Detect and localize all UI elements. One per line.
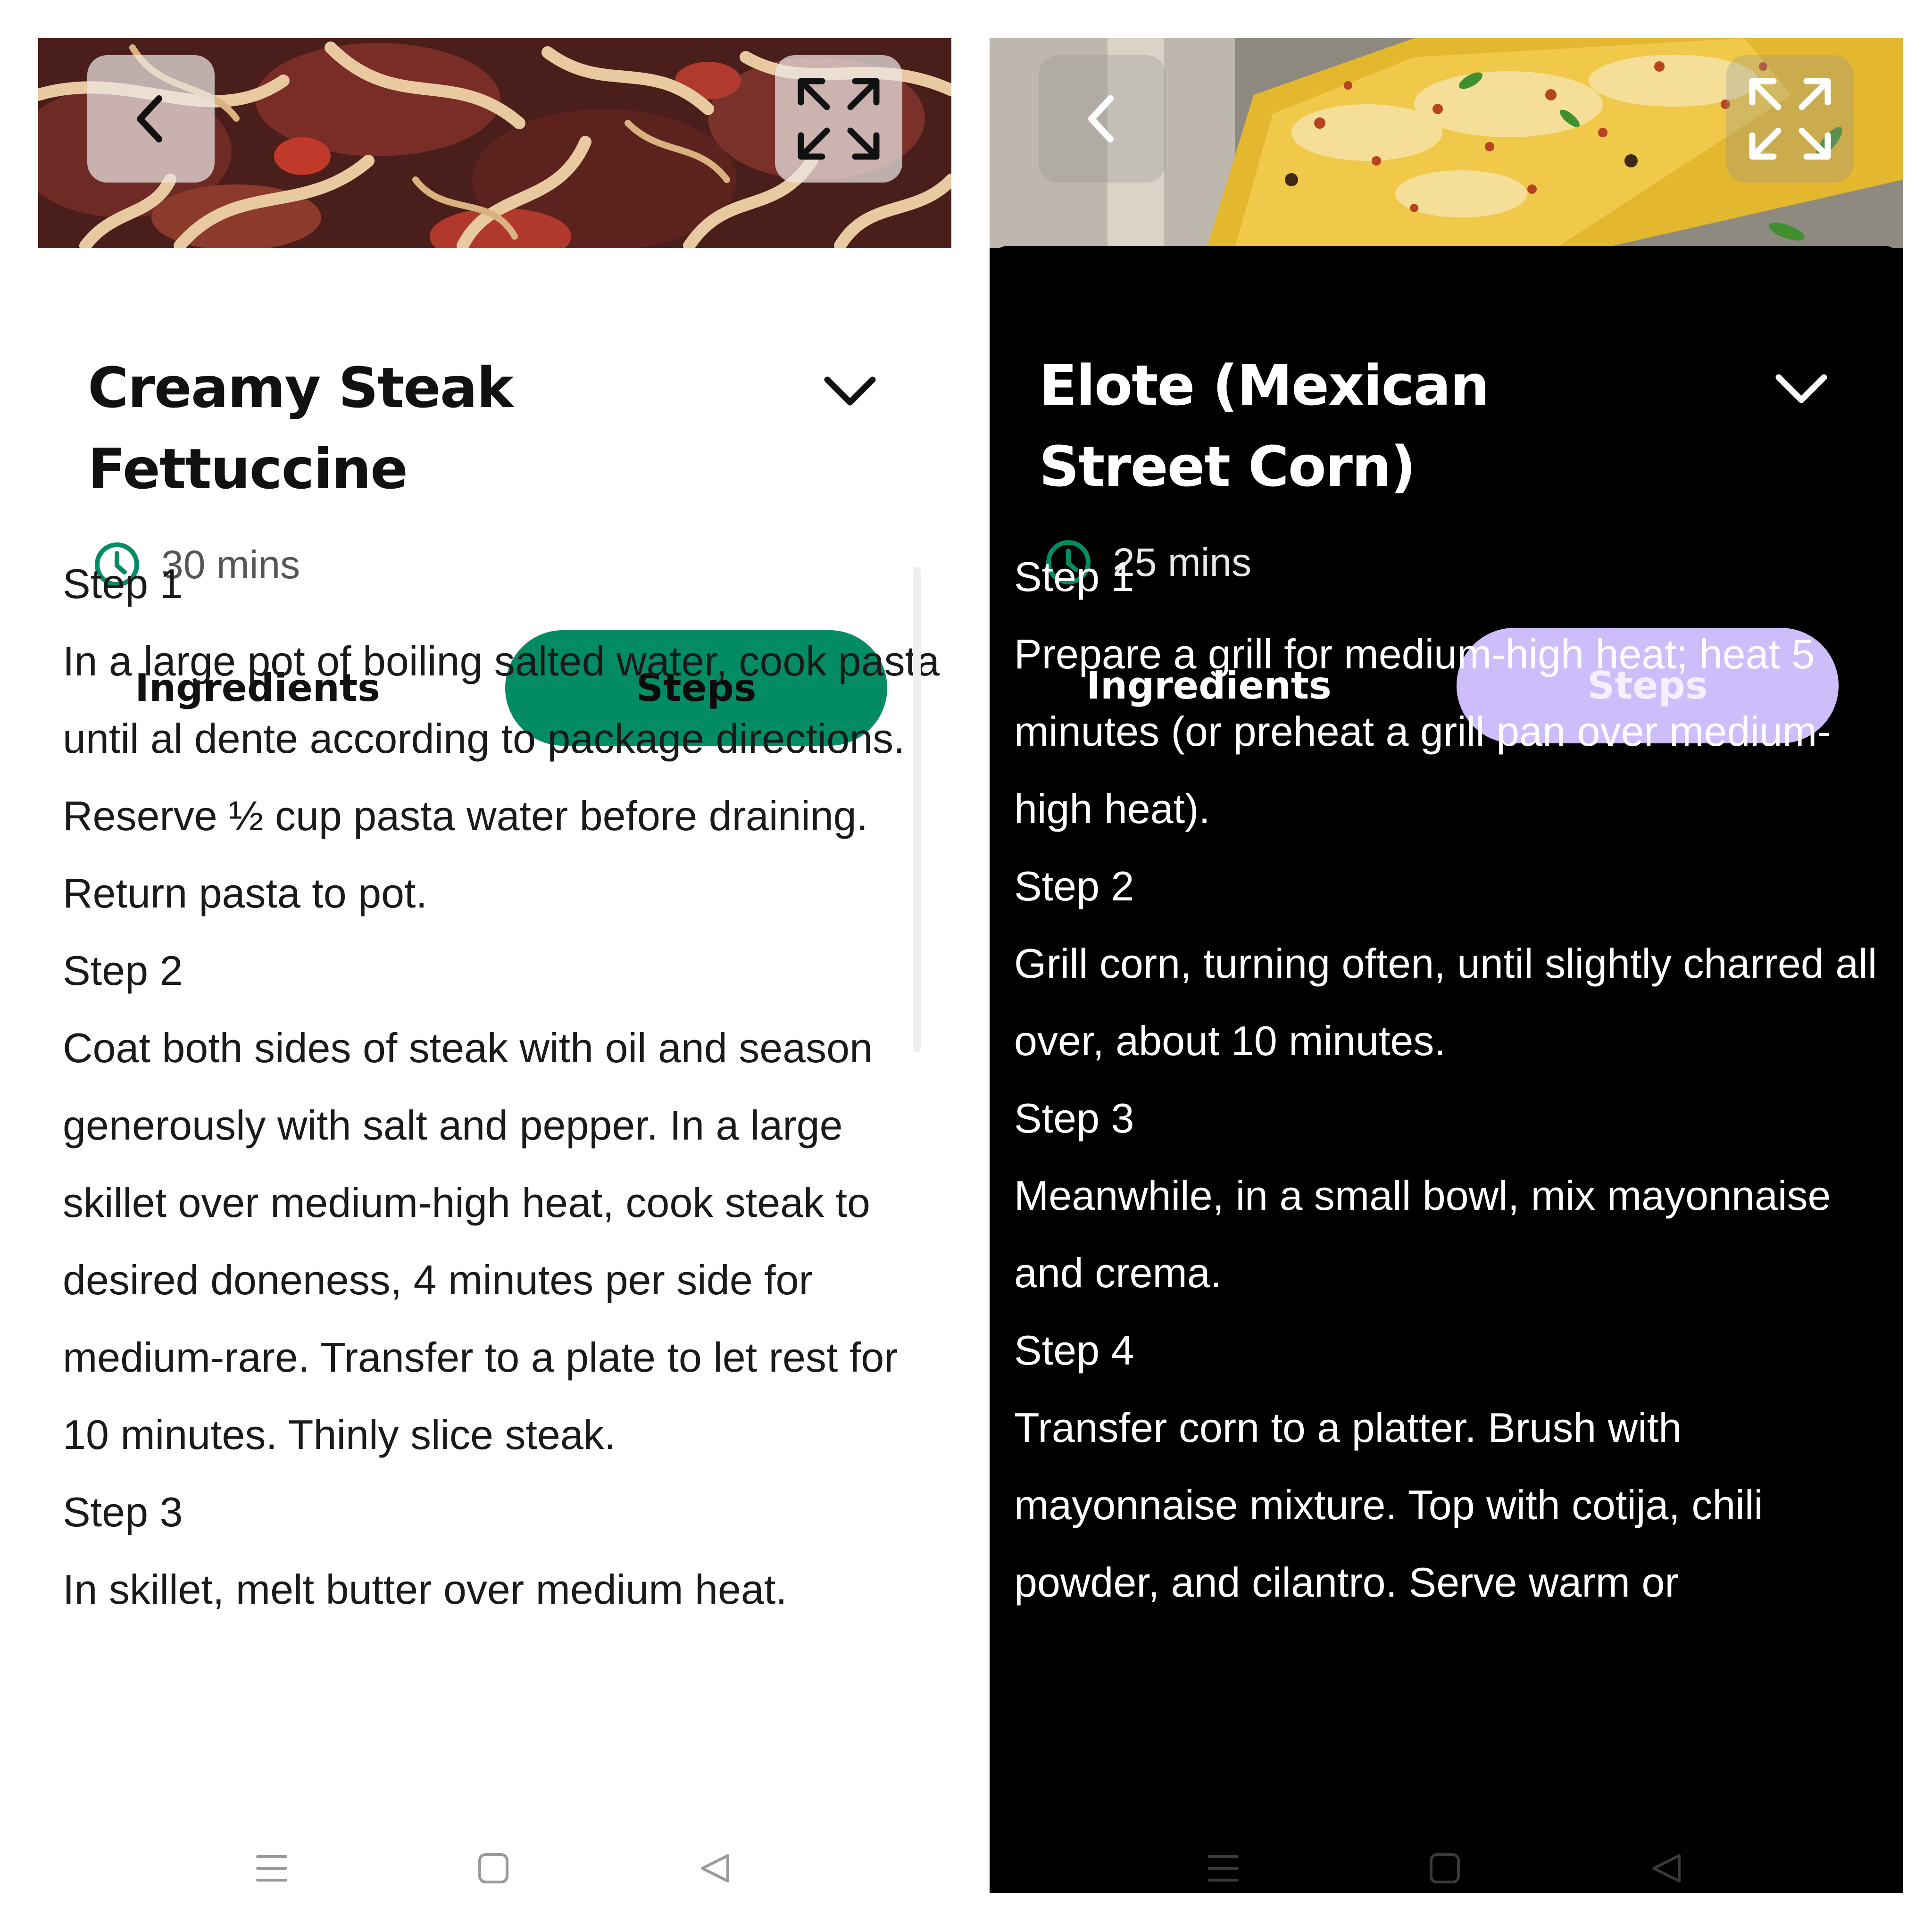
chevron-left-icon [137, 95, 162, 142]
recipe-screen-light: Creamy Steak Fettuccine 30 mins Ingredie… [38, 38, 951, 1893]
back-triangle-icon[interactable] [1650, 1852, 1683, 1885]
step-heading: Step 3 [1014, 1095, 1134, 1141]
step-heading: Step 4 [1014, 1327, 1134, 1374]
step-heading: Step 3 [63, 1489, 183, 1535]
system-navbar [990, 1845, 1903, 1892]
step-text: Transfer corn to a platter. Brush with m… [1014, 1404, 1763, 1606]
step-heading: Step 1 [1014, 553, 1134, 600]
scrollbar[interactable] [913, 566, 921, 1052]
step-text: Coat both sides of steak with oil and se… [63, 1024, 898, 1458]
chevron-left-icon [1088, 95, 1114, 142]
home-icon[interactable] [477, 1852, 510, 1885]
menu-icon[interactable] [255, 1852, 288, 1885]
step-text: Meanwhile, in a small bowl, mix mayonnai… [1014, 1172, 1831, 1296]
step-text: In a large pot of boiling salted water, … [63, 638, 940, 916]
back-triangle-icon[interactable] [699, 1852, 732, 1885]
chevron-down-icon[interactable] [822, 373, 878, 411]
fullscreen-button[interactable] [775, 55, 902, 183]
step-heading: Step 2 [63, 947, 183, 994]
steps-list: Step 1 Prepare a grill for medium-high h… [1014, 538, 1896, 1621]
home-icon[interactable] [1428, 1852, 1461, 1885]
step-text: Grill corn, turning often, until slightl… [1014, 940, 1877, 1064]
recipe-title: Elote (Mexican Street Corn) [1039, 353, 1490, 499]
system-navbar [38, 1845, 951, 1892]
menu-icon[interactable] [1207, 1852, 1240, 1885]
fullscreen-button[interactable] [1726, 55, 1854, 183]
step-heading: Step 2 [1014, 863, 1134, 909]
step-text: In skillet, melt butter over medium heat… [63, 1566, 787, 1613]
back-button[interactable] [1039, 55, 1166, 183]
chevron-down-icon[interactable] [1773, 371, 1830, 408]
expand-icon [798, 78, 880, 160]
recipe-title: Creamy Steak Fettuccine [88, 355, 514, 501]
step-heading: Step 1 [63, 560, 183, 607]
back-button[interactable] [87, 55, 215, 183]
recipe-screen-dark: Elote (Mexican Street Corn) 25 mins Ingr… [990, 38, 1903, 1893]
steps-list: Step 1 In a large pot of boiling salted … [63, 545, 945, 1628]
step-text: Prepare a grill for medium-high heat; he… [1014, 631, 1831, 832]
expand-icon [1749, 78, 1831, 160]
